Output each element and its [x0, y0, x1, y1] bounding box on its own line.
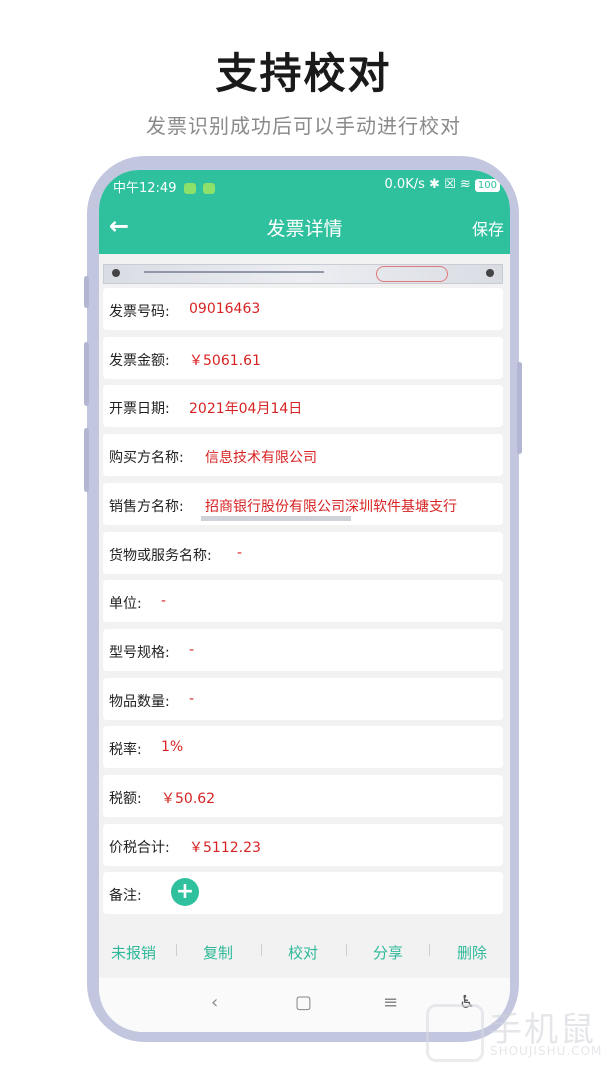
field-value[interactable]: 2021年04月14日	[189, 398, 302, 418]
share-button[interactable]: 分享	[373, 942, 403, 963]
field-row[interactable]: 发票号码: 09016463	[103, 288, 503, 330]
proofread-button[interactable]: 校对	[288, 942, 318, 963]
field-label: 购买方名称:	[109, 450, 184, 467]
nav-back-button[interactable]: ‹	[211, 992, 218, 1013]
field-row[interactable]: 发票金额: ￥5061.61	[103, 336, 503, 379]
field-label: 税额:	[109, 791, 142, 807]
field-label: 型号规格:	[109, 644, 170, 661]
sim-icon: ☒	[444, 177, 456, 192]
field-row[interactable]: 货物或服务名称: -	[103, 531, 503, 574]
field-label: 单位:	[109, 596, 142, 613]
save-button[interactable]: 保存	[472, 216, 504, 240]
app-bar: ← 发票详情 保存	[99, 200, 510, 254]
field-value[interactable]: 1%	[161, 739, 183, 755]
side-button-left-1	[84, 276, 89, 308]
field-value[interactable]: 信息技术有限公司	[205, 447, 317, 467]
app-notification-icon-2	[202, 183, 215, 194]
status-bar: 中午12:49 0.0K/s ✱ ☒ ≋ 100	[99, 170, 510, 200]
field-value[interactable]: -	[237, 545, 242, 561]
field-label: 开票日期:	[109, 401, 170, 418]
field-label: 税率:	[109, 742, 142, 759]
field-row[interactable]: 物品数量: -	[103, 677, 503, 720]
field-value[interactable]: 招商银行股份有限公司深圳软件基塘支行	[205, 496, 457, 516]
field-label: 物品数量:	[109, 693, 170, 710]
watermark-logo-icon	[426, 1004, 484, 1062]
field-row[interactable]: 税率: 1%	[103, 726, 503, 769]
wifi-icon: ≋	[459, 177, 471, 192]
delete-button[interactable]: 删除	[457, 942, 487, 963]
headline: 支持校对	[215, 49, 392, 98]
field-label: 价税合计:	[109, 839, 170, 856]
field-value[interactable]: -	[189, 691, 194, 707]
field-row[interactable]: 税额: ￥50.62	[103, 775, 503, 817]
image-hole-icon-2	[486, 269, 494, 277]
field-row[interactable]: 开票日期: 2021年04月14日	[103, 385, 503, 428]
bluetooth-icon: ✱	[429, 177, 440, 192]
copy-button[interactable]: 复制	[203, 942, 233, 963]
nav-home-button[interactable]: ▢	[295, 992, 312, 1013]
image-hole-icon	[112, 269, 120, 277]
subheadline: 发票识别成功后可以手动进行校对	[146, 114, 461, 138]
status-time: 中午12:49	[113, 181, 177, 196]
side-button-left-2	[84, 342, 89, 406]
field-row[interactable]: 价税合计: ￥5112.23	[103, 823, 503, 866]
battery-level: 100	[477, 180, 497, 191]
page-title: 发票详情	[266, 218, 343, 240]
battery-icon: 100	[474, 179, 500, 192]
action-bar: 未报销 复制 校对 分享 删除	[99, 918, 510, 978]
side-button-right	[517, 362, 522, 454]
field-value[interactable]: 09016463	[189, 301, 260, 317]
watermark-url: SHOUJISHU.COM	[490, 1044, 603, 1058]
side-button-left-3	[84, 428, 89, 492]
field-label: 发票号码:	[109, 304, 170, 320]
unreimbursed-button[interactable]: 未报销	[111, 942, 156, 963]
field-row[interactable]: 销售方名称: 招商银行股份有限公司深圳软件基塘支行	[103, 482, 503, 525]
nav-menu-button[interactable]: ≡	[383, 992, 398, 1013]
app-notification-icon	[183, 183, 196, 194]
field-value[interactable]: ￥5061.61	[189, 350, 261, 370]
field-label: 货物或服务名称:	[109, 547, 212, 564]
field-label: 销售方名称:	[109, 498, 184, 515]
field-row[interactable]: 单位: -	[103, 580, 503, 623]
field-value[interactable]: ￥5112.23	[189, 837, 261, 857]
stamp-icon	[376, 266, 448, 282]
watermark: 手机鼠 SHOUJISHU.COM	[422, 998, 602, 1068]
field-value[interactable]: ￥50.62	[161, 788, 215, 808]
network-speed: 0.0K/s	[384, 177, 425, 192]
phone-screen: 中午12:49 0.0K/s ✱ ☒ ≋ 100 ← 发票详情 保存 发票号码:…	[99, 170, 510, 1032]
field-row[interactable]: 购买方名称: 信息技术有限公司	[103, 434, 503, 477]
invoice-details: 发票号码: 09016463 发票金额: ￥5061.61 开票日期: 2021年04月1…	[99, 254, 510, 915]
field-row[interactable]: 备注: +	[103, 872, 503, 915]
add-note-icon[interactable]: +	[171, 878, 199, 907]
field-value[interactable]: -	[189, 642, 194, 658]
field-label: 发票金额:	[109, 352, 170, 369]
field-label: 备注:	[109, 888, 142, 905]
field-value[interactable]: -	[161, 593, 166, 609]
field-row[interactable]: 型号规格: -	[103, 628, 503, 671]
invoice-image-preview[interactable]	[103, 264, 503, 284]
